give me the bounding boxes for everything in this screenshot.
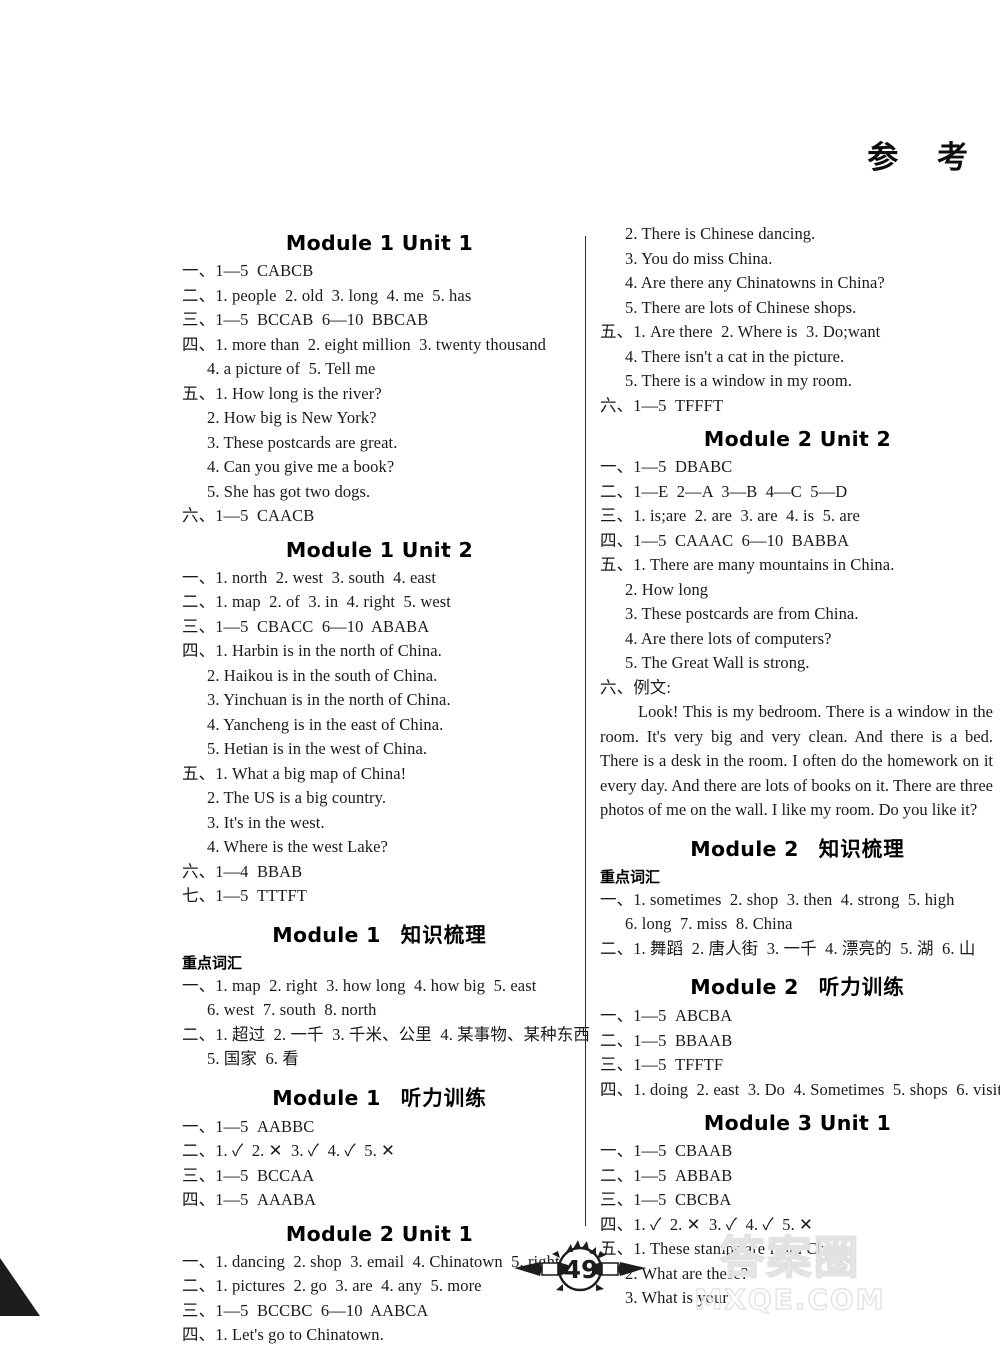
answer-line: 4. Can you give me a book? — [207, 457, 395, 476]
sample-essay-paragraph: Look! This is my bedroom. There is a win… — [600, 702, 993, 819]
answer-line: 一、1—5 CBAAB — [600, 1141, 733, 1160]
answer-line: 二、1—E 2—A 3—B 4—C 5—D — [600, 481, 848, 501]
module-heading-en: Module 1 Unit 2 — [285, 537, 474, 562]
answer-line: 3. You do miss China. — [625, 248, 773, 268]
answer-line: 3. It's in the west. — [207, 812, 325, 832]
section-subheading: 重点词汇 — [600, 867, 661, 886]
answer-line: 二、1—5 ABBAB — [600, 1165, 733, 1185]
answer-line: 六、例文: — [600, 677, 672, 697]
answer-line: 三、1—5 BCCAA — [182, 1165, 315, 1185]
module-heading-cn: 听力训练 — [818, 975, 905, 999]
module-heading-cn: 听力训练 — [400, 1085, 487, 1110]
module-heading: Module 2 听力训练 — [600, 970, 995, 1000]
answer-line: 2. How big is New York? — [207, 408, 377, 427]
section-subheading: 重点词汇 — [182, 953, 243, 972]
answer-line: 六、1—5 CAACB — [182, 506, 315, 525]
left-column: Module 1 Unit 1 一、1—5 CABCB 二、1. people 2.… — [182, 222, 590, 1348]
answer-line: 6. west 7. south 8. north — [207, 1000, 377, 1019]
answer-line: 4. Are there lots of computers? — [625, 628, 832, 648]
answer-line: 4. Are there any Chinatowns in China? — [625, 273, 885, 292]
module-heading: Module 1 知识梳理 — [182, 918, 577, 948]
answer-line: 三、1—5 CBACC 6—10 ABABA — [182, 616, 430, 636]
module-heading-cn: 知识梳理 — [400, 922, 487, 947]
module-heading-en: Module 2 Unit 2 — [703, 427, 892, 451]
answer-line: 四、1. Let's go to Chinatown. — [182, 1325, 384, 1344]
answer-line: 二、1. 舞蹈 2. 唐人街 3. 一千 4. 漂亮的 5. 湖 6. 山 — [600, 938, 976, 958]
answer-line: 2. The US is a big country. — [207, 788, 387, 807]
answer-line: 四、1—5 CAAAC 6—10 BABBA — [600, 530, 850, 550]
module-heading: Module 1 Unit 1 — [182, 231, 577, 255]
module-heading-en: Module 3 Unit 1 — [703, 1111, 892, 1135]
answer-line: 2. How long — [625, 579, 709, 599]
answer-line: 一、1—5 ABCBA — [600, 1006, 733, 1025]
answer-line: 二、1. people 2. old 3. long 4. me 5. has — [182, 285, 472, 305]
answer-line: 一、1. sometimes 2. shop 3. then 4. strong… — [600, 889, 955, 909]
answer-line: 4. Where is the west Lake? — [207, 837, 388, 856]
module-heading-en: Module 1 — [272, 922, 381, 947]
answer-line: 3. Yinchuan is in the north of China. — [207, 690, 451, 709]
module-heading: Module 3 Unit 1 — [600, 1111, 995, 1135]
page-number: 49 — [563, 1254, 599, 1284]
answer-line: 五、1. What a big map of China! — [182, 763, 407, 783]
answer-line: 一、1—5 DBABC — [600, 457, 733, 476]
module-heading-en: Module 1 — [272, 1085, 381, 1110]
answer-line: 5. 国家 6. 看 — [207, 1049, 299, 1068]
answer-line: 5. She has got two dogs. — [207, 481, 371, 501]
answer-line: 5. The Great Wall is strong. — [625, 653, 810, 672]
answer-line: 2. There is Chinese dancing. — [625, 224, 816, 243]
module-heading-en: Module 2 — [690, 975, 799, 999]
answer-line: 5. Hetian is in the west of China. — [207, 739, 428, 758]
running-head: 参 考 — [867, 140, 982, 176]
answer-line: 四、1. doing 2. east 3. Do 4. Sometimes 5.… — [600, 1079, 1000, 1099]
answer-line: 五、1. There are many mountains in China. — [600, 555, 895, 574]
answer-line: 2. Haikou is in the south of China. — [207, 665, 438, 685]
answer-line: 一、1. map 2. right 3. how long 4. how big… — [182, 975, 537, 995]
answer-line: 六、1—4 BBAB — [182, 861, 303, 881]
answer-line: 二、1. 超过 2. 一千 3. 千米、公里 4. 某事物、某种东西 — [182, 1024, 590, 1044]
answer-line: 二、1—5 BBAAB — [600, 1030, 733, 1050]
answer-line: 二、1. ✓ 2. ✕ 3. ✓ 4. ✓ 5. ✕ — [182, 1141, 395, 1160]
page-corner-mark — [0, 1258, 40, 1316]
module-heading-en: Module 2 Unit 1 — [285, 1221, 474, 1246]
module-heading: Module 2 知识梳理 — [600, 832, 995, 862]
answer-line: 四、1. more than 2. eight million 3. twent… — [182, 334, 547, 354]
module-heading: Module 1 Unit 2 — [182, 538, 577, 562]
answer-line: 3. These postcards are great. — [207, 432, 398, 452]
answer-line: 三、1—5 CBCBA — [600, 1190, 732, 1209]
answer-line: 4. There isn't a cat in the picture. — [625, 346, 845, 366]
page-folio: 49 — [500, 1232, 660, 1306]
two-column-body: Module 1 Unit 1 一、1—5 CABCB 二、1. people 2.… — [0, 222, 1000, 1344]
answer-line: 4. a picture of 5. Tell me — [207, 359, 376, 378]
answer-line: 四、1—5 AAABA — [182, 1190, 317, 1209]
answer-line: 6. long 7. miss 8. China — [625, 914, 793, 933]
module-heading-en: Module 2 — [690, 836, 799, 861]
answer-line: 三、1—5 BCCAB 6—10 BBCAB — [182, 310, 429, 329]
answer-line: 四、1. Harbin is in the north of China. — [182, 641, 442, 660]
answer-line: 三、1. is;are 2. are 3. are 4. is 5. are — [600, 506, 860, 525]
answer-line: 5. There is a window in my room. — [625, 371, 852, 390]
answer-line: 4. Yancheng is in the east of China. — [207, 714, 444, 734]
answer-line: 五、1. How long is the river? — [182, 383, 382, 403]
right-column: 2. There is Chinese dancing. 3. You do mi… — [600, 222, 1000, 1311]
answer-line: 七、1—5 TTTFT — [182, 886, 307, 905]
answer-line: 三、1—5 TFFTF — [600, 1055, 724, 1074]
module-heading: Module 2 Unit 2 — [600, 427, 995, 451]
answer-line: 二、1. map 2. of 3. in 4. right 5. west — [182, 592, 451, 611]
module-heading-cn: 知识梳理 — [818, 836, 905, 861]
answer-line: 一、1. north 2. west 3. south 4. east — [182, 567, 437, 587]
module-heading-en: Module 1 Unit 1 — [285, 231, 474, 255]
answer-line: 一、1—5 AABBC — [182, 1116, 315, 1136]
answer-line: 5. There are lots of Chinese shops. — [625, 297, 857, 317]
module-heading: Module 1 听力训练 — [182, 1081, 577, 1111]
answer-line: 六、1—5 TFFFT — [600, 395, 724, 415]
answer-line: 3. These postcards are from China. — [625, 604, 859, 623]
answer-line: 五、1. Are there 2. Where is 3. Do;want — [600, 322, 881, 341]
answer-key-page: 参 考 Module 1 Unit 1 一、1—5 CABCB 二、1. peopl… — [0, 0, 1000, 1344]
answer-line: 一、1—5 CABCB — [182, 261, 314, 280]
